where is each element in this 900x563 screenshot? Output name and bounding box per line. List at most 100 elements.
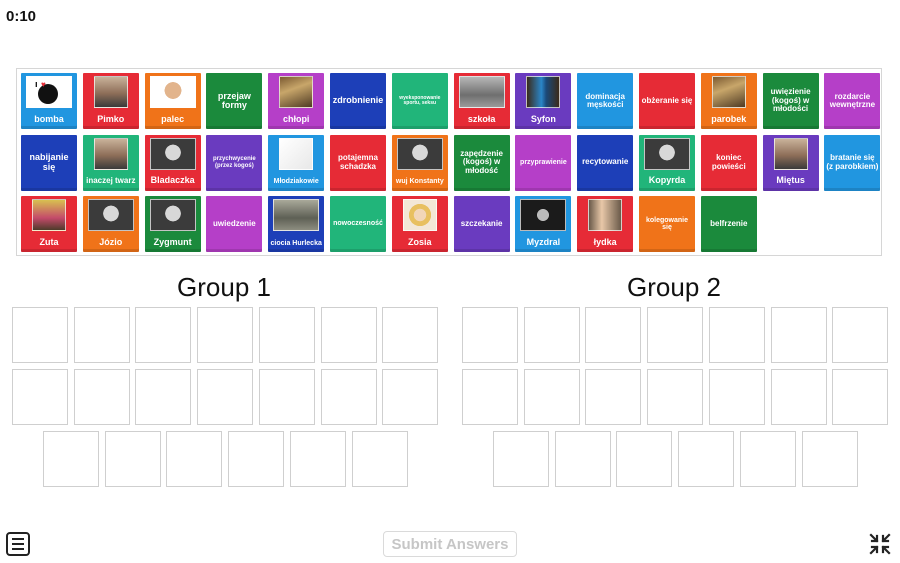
tile-text-card[interactable]: uwiedzenie — [206, 196, 263, 252]
tile-image-card[interactable]: wuj Konstanty — [391, 134, 448, 191]
group-1-drop-slot[interactable] — [320, 307, 377, 363]
tile-label: koniec powieści — [711, 153, 746, 171]
tile-image-card[interactable]: Zygmunt — [144, 196, 201, 252]
tile-label: nowoczesność — [333, 220, 383, 228]
tile-image-card[interactable]: szkoła — [453, 73, 510, 129]
tile-label: przyprawienie — [520, 158, 567, 166]
portrait-image — [93, 137, 128, 170]
group-2-drop-slot[interactable] — [801, 431, 858, 487]
exit-fullscreen-icon[interactable] — [868, 532, 892, 556]
group-1-drop-slot[interactable] — [382, 307, 439, 363]
group-2-drop-slot[interactable] — [554, 431, 611, 487]
group-2-drop-slot[interactable] — [770, 369, 827, 425]
group-2-drop-slot[interactable] — [708, 307, 765, 363]
group-1-drop-slot[interactable] — [135, 307, 192, 363]
tile-text-card[interactable]: potajemna schadzka — [330, 134, 386, 191]
tile-text-card[interactable]: rozdarcie wewnętrzne — [824, 73, 881, 129]
group-1-drop-slot[interactable] — [228, 431, 285, 487]
tile-text-card[interactable]: szczekanie — [453, 196, 510, 252]
group-1-drop-slot[interactable] — [166, 431, 223, 487]
tile-image-card[interactable]: Syfon — [515, 73, 572, 129]
group-2-drop-slot[interactable] — [832, 369, 889, 425]
group-2-drop-slot[interactable] — [462, 307, 518, 363]
tile-image-card[interactable]: Bladaczka — [144, 134, 201, 191]
portrait-dark-image — [520, 199, 567, 231]
group-1-drop-slot[interactable] — [258, 307, 315, 363]
menu-icon[interactable] — [6, 532, 30, 556]
group-1-drop-slot[interactable] — [320, 369, 377, 425]
group-2-drop-slot[interactable] — [739, 431, 796, 487]
group-2-drop-slot[interactable] — [523, 369, 580, 425]
tile-label: recytowanie — [582, 157, 629, 167]
tile-image-card[interactable]: chłopi — [268, 73, 325, 129]
group-2-drop-slot[interactable] — [770, 307, 827, 363]
tile-text-card[interactable]: bratanie się (z parobkiem) — [824, 134, 881, 191]
tile-text-card[interactable]: uwięzienie (kogoś) w młodości — [762, 73, 819, 129]
tile-image-card[interactable]: Zuta — [21, 196, 77, 252]
group-1-drop-slot[interactable] — [12, 307, 68, 363]
portrait-bw-image — [644, 137, 690, 170]
tile-image-card[interactable]: Myzdral — [515, 196, 572, 252]
painting-image — [279, 76, 314, 108]
group-1-drop-slot[interactable] — [43, 431, 99, 487]
group-2-drop-slot[interactable] — [585, 307, 642, 363]
tile-text-card[interactable]: przyprawienie — [515, 134, 572, 191]
submit-answers-button[interactable]: Submit Answers — [383, 531, 517, 557]
tile-image-card[interactable]: ciocia Hurlecka — [268, 196, 325, 252]
tile-text-card[interactable]: przejaw formy — [206, 73, 263, 129]
tile-text-card[interactable]: zapędzenie (kogoś) w młodość — [453, 134, 510, 191]
tile-text-card[interactable]: dominacja męskości — [577, 73, 634, 129]
tile-image-card[interactable]: I ♥ bomba — [21, 73, 77, 129]
tile-text-card[interactable]: recytowanie — [577, 134, 634, 191]
tile-image-card[interactable]: Miętus — [762, 134, 819, 191]
group-2-drop-slot[interactable] — [708, 369, 765, 425]
tile-label: Zuta — [39, 236, 59, 247]
tile-image-card[interactable]: Pimko — [82, 73, 139, 129]
group-2-drop-slot[interactable] — [585, 369, 642, 425]
group-1-drop-slot[interactable] — [197, 369, 254, 425]
tile-image-card[interactable]: Młodziakowie — [268, 134, 325, 191]
tile-text-card[interactable]: nabijanie się — [21, 134, 77, 191]
group-2-drop-slot[interactable] — [616, 431, 673, 487]
tile-label: rozdarcie wewnętrzne — [829, 91, 876, 109]
group-1-drop-slot[interactable] — [104, 431, 161, 487]
group-2-drop-slot[interactable] — [493, 431, 549, 487]
tile-text-card[interactable]: obżeranie się — [639, 73, 695, 129]
tile-text-card[interactable]: zdrobnienie — [330, 73, 386, 129]
tile-image-card[interactable]: Józio — [82, 196, 139, 252]
tile-text-card[interactable]: przychwycenie (przez kogoś) — [206, 134, 263, 191]
tile-label: Zosia — [408, 236, 432, 247]
tile-image-card[interactable]: Zosia — [391, 196, 448, 252]
group-2-drop-slot[interactable] — [523, 307, 580, 363]
group-1-drop-slot[interactable] — [351, 431, 408, 487]
group-2-drop-slot[interactable] — [832, 307, 889, 363]
tile-text-card[interactable]: belfrzenie — [700, 196, 757, 252]
tile-label: Syfon — [530, 113, 556, 124]
group-1-drop-slot[interactable] — [382, 369, 439, 425]
tile-text-card[interactable]: koniec powieści — [700, 134, 757, 191]
group-1-drop-slot[interactable] — [197, 307, 254, 363]
portrait-white-image — [149, 76, 196, 108]
tile-image-card[interactable]: palec — [144, 73, 201, 129]
tile-text-card[interactable]: nowoczesność — [330, 196, 386, 252]
tile-text-card[interactable]: wyeksponowanie sportu, seksu — [391, 73, 448, 129]
group-1-drop-slot[interactable] — [135, 369, 192, 425]
group-1-drop-slot[interactable] — [12, 369, 68, 425]
tile-label: szkoła — [467, 113, 496, 124]
tile-text-card[interactable]: kolegowanie się — [639, 196, 695, 252]
group-2-drop-slot[interactable] — [462, 369, 518, 425]
tile-image-card[interactable]: łydka — [577, 196, 634, 252]
group-1-drop-slot[interactable] — [289, 431, 346, 487]
timer: 0:10 — [6, 8, 37, 25]
tile-image-card[interactable]: inaczej twarz — [82, 134, 139, 191]
tile-image-card[interactable]: parobek — [700, 73, 757, 129]
group-2-drop-slot[interactable] — [647, 307, 704, 363]
group-1-drop-slot[interactable] — [73, 307, 130, 363]
portrait-image — [93, 76, 128, 108]
group-1-drop-slot[interactable] — [73, 369, 130, 425]
group-2-drop-slot[interactable] — [647, 369, 704, 425]
tile-image-card[interactable]: Kopyrda — [639, 134, 695, 191]
group-1-drop-slot[interactable] — [258, 369, 315, 425]
group-1-title: Group 1 — [177, 272, 271, 302]
group-2-drop-slot[interactable] — [678, 431, 735, 487]
